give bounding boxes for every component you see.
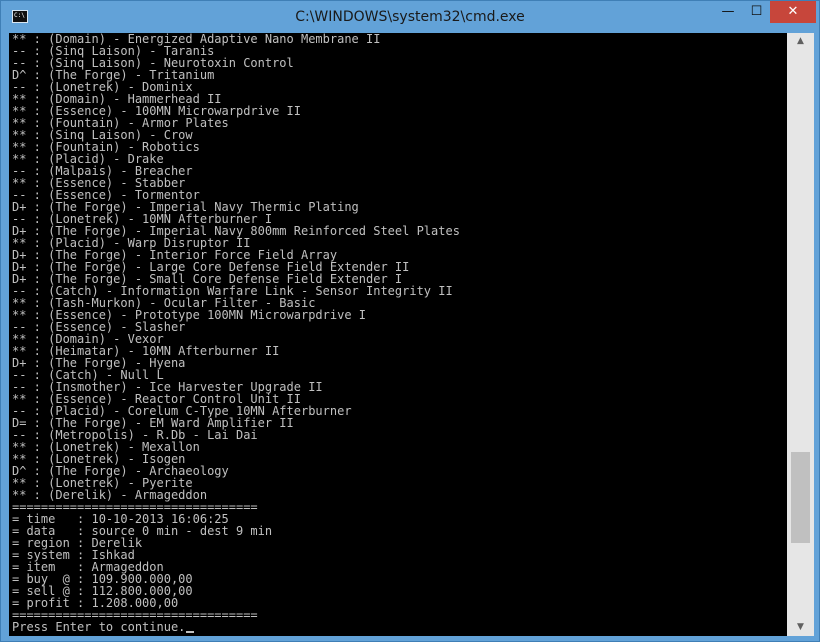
scrollbar-track[interactable] [787,50,814,619]
minimize-button[interactable]: — [713,1,743,23]
console-window: C:\ C:\WINDOWS\system32\cmd.exe — ☐ ✕ **… [0,0,820,642]
console-lines: ** : (Domain) - Energized Adaptive Nano … [12,33,460,633]
vertical-scrollbar[interactable]: ▲ ▼ [787,33,814,636]
console-prompt-line: Press Enter to continue. [12,621,460,633]
continue-prompt: Press Enter to continue. [12,620,186,634]
close-button[interactable]: ✕ [770,1,816,23]
console-output[interactable]: ** : (Domain) - Energized Adaptive Nano … [9,33,787,636]
maximize-button[interactable]: ☐ [743,1,770,23]
scroll-down-arrow-icon[interactable]: ▼ [787,619,814,636]
title-bar[interactable]: C:\ C:\WINDOWS\system32\cmd.exe — ☐ ✕ [1,1,819,33]
scroll-up-arrow-icon[interactable]: ▲ [787,33,814,50]
window-title: C:\WINDOWS\system32\cmd.exe [295,9,525,25]
text-cursor [186,631,195,633]
scrollbar-thumb[interactable] [791,452,810,543]
